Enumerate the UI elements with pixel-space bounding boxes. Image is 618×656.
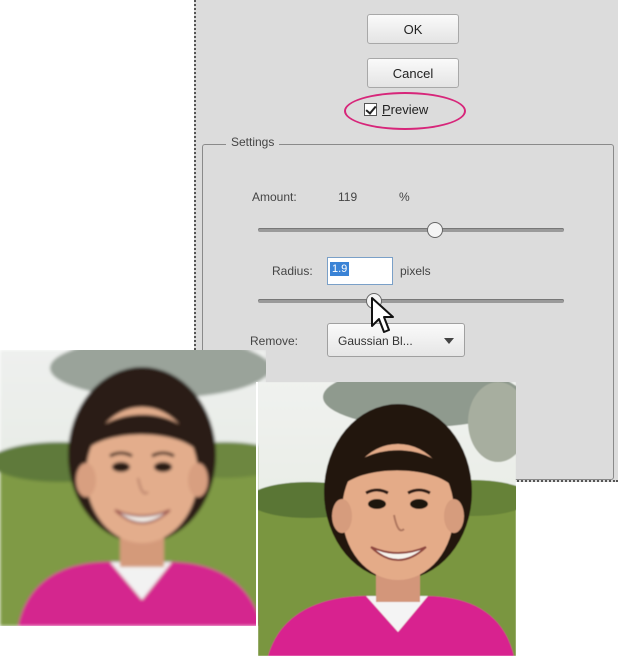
preview-checkbox[interactable] xyxy=(364,103,377,116)
preview-label: Preview xyxy=(382,102,429,117)
radius-slider-track[interactable] xyxy=(258,299,564,303)
amount-slider-track[interactable] xyxy=(258,228,564,232)
preview-highlight: Preview xyxy=(344,92,466,130)
remove-label: Remove: xyxy=(250,334,299,348)
cancel-button[interactable]: Cancel xyxy=(367,58,459,88)
amount-label: Amount: xyxy=(252,190,297,204)
amount-unit: % xyxy=(399,190,410,204)
arrow-cursor-icon xyxy=(371,297,394,333)
preview-checkbox-row[interactable]: Preview xyxy=(364,102,428,117)
settings-legend: Settings xyxy=(226,135,280,149)
radius-input-value[interactable]: 1.9 xyxy=(330,262,350,276)
ok-button[interactable]: OK xyxy=(367,14,459,44)
amount-value[interactable]: 119 xyxy=(338,190,357,204)
after-photo xyxy=(256,382,516,656)
radius-unit: pixels xyxy=(400,264,431,278)
radius-input[interactable]: 1.9 xyxy=(327,257,393,285)
before-photo xyxy=(0,350,266,626)
radius-label: Radius: xyxy=(272,264,313,278)
remove-dropdown[interactable]: Gaussian Bl... xyxy=(327,323,465,357)
chevron-down-icon xyxy=(444,338,454,344)
